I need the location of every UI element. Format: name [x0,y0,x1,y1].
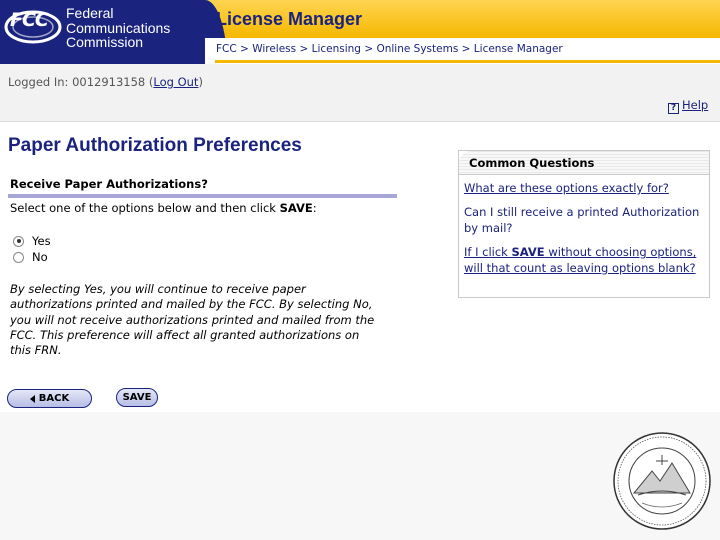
fcc-logo-block[interactable]: FCC Federal Communications Commission [0,0,205,64]
page-header: FCC Federal Communications Commission Li… [0,0,720,64]
back-button-label: BACK [38,393,70,404]
help-label: Help [682,98,709,112]
section-title: Receive Paper Authorizations? [10,177,208,191]
radio-label-yes: Yes [32,234,51,248]
help-link[interactable]: ? Help [668,98,708,114]
breadcrumb-separator: > [240,43,253,55]
org-name: Federal Communications Commission [66,6,170,50]
save-button-label: SAVE [122,392,152,403]
agency-seal-icon [613,432,711,530]
radio-option-yes[interactable]: Yes [13,234,51,248]
fcc-logo-text: FCC [10,9,49,31]
question-link-options[interactable]: What are these options exactly for? [464,180,703,196]
org-name-line: Commission [66,34,144,50]
question-link-blank-options[interactable]: If I click SAVE without choosing options… [464,244,703,276]
breadcrumb-license-manager[interactable]: License Manager [474,43,563,55]
common-questions-panel: Common Questions What are these options … [458,150,710,298]
breadcrumb-separator: > [461,43,474,55]
radio-button-no[interactable] [13,251,24,263]
logged-in-status: Logged In: 0012913158 (Log Out) [8,75,203,89]
page-title: Paper Authorization Preferences [8,135,302,156]
breadcrumb-online-systems[interactable]: Online Systems [376,43,458,55]
explanation-text: By selecting Yes, you will continue to r… [10,282,375,358]
breadcrumb-rule [215,60,720,63]
instruction-text: Select one of the options below and then… [10,201,317,215]
breadcrumb-wireless[interactable]: Wireless [252,43,296,55]
breadcrumb-separator: > [299,43,312,55]
common-questions-title: Common Questions [459,151,709,175]
instruction-save-keyword: SAVE [279,201,313,215]
radio-button-yes[interactable] [13,235,24,247]
save-button[interactable]: SAVE [116,388,158,407]
common-questions-list: What are these options exactly for? Can … [459,175,709,276]
session-bar [0,64,720,122]
radio-option-no[interactable]: No [13,250,48,264]
question-printed-authorization[interactable]: Can I still receive a printed Authorizat… [464,204,703,236]
section-divider [8,194,397,198]
instruction-post: : [312,201,317,215]
breadcrumb-fcc[interactable]: FCC [216,43,237,55]
radio-label-no: No [32,250,48,264]
logout-link[interactable]: Log Out [153,75,198,89]
back-arrow-icon [29,394,35,403]
breadcrumb-licensing[interactable]: Licensing [312,43,361,55]
back-button[interactable]: BACK [7,389,92,408]
breadcrumb-separator: > [364,43,377,55]
question-save-keyword: SAVE [511,245,545,259]
instruction-pre: Select one of the options below and then… [10,201,280,215]
org-name-line: Communications [66,19,171,36]
question-mark-icon: ? [668,103,679,114]
app-title: License Manager [216,9,363,29]
logged-in-close: ) [198,75,203,89]
org-name-line: Federal [66,5,114,21]
breadcrumb: FCC > Wireless > Licensing > Online Syst… [216,43,563,55]
question-pre: If I click [464,245,512,259]
logged-in-label: Logged In: 0012913158 ( [8,75,154,89]
